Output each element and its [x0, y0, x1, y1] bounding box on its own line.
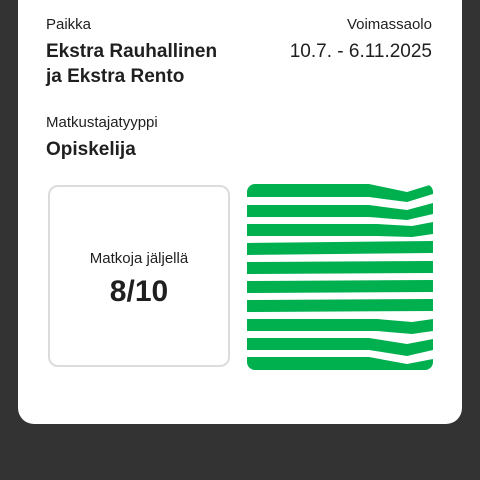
trips-remaining-box: Matkoja jäljellä 8/10 [48, 185, 230, 367]
trips-remaining-value: 8/10 [109, 275, 169, 308]
zone-label: Paikka [46, 16, 92, 33]
zone-value-line1: Ekstra Rauhallinen [46, 41, 218, 62]
trips-remaining-label: Matkoja jäljellä [89, 250, 189, 267]
passenger-type-value: Opiskelija [46, 139, 136, 160]
validity-value: 10.7. - 6.11.2025 [289, 41, 432, 62]
zone-value-line2: ja Ekstra Rento [46, 66, 185, 87]
validity-label: Voimassaolo [346, 16, 432, 33]
ticket-card: Paikka Ekstra Rauhallinen ja Ekstra Rent… [18, 0, 462, 424]
green-stripes-animation-icon [247, 184, 433, 370]
passenger-type-label: Matkustajatyyppi [46, 114, 158, 131]
